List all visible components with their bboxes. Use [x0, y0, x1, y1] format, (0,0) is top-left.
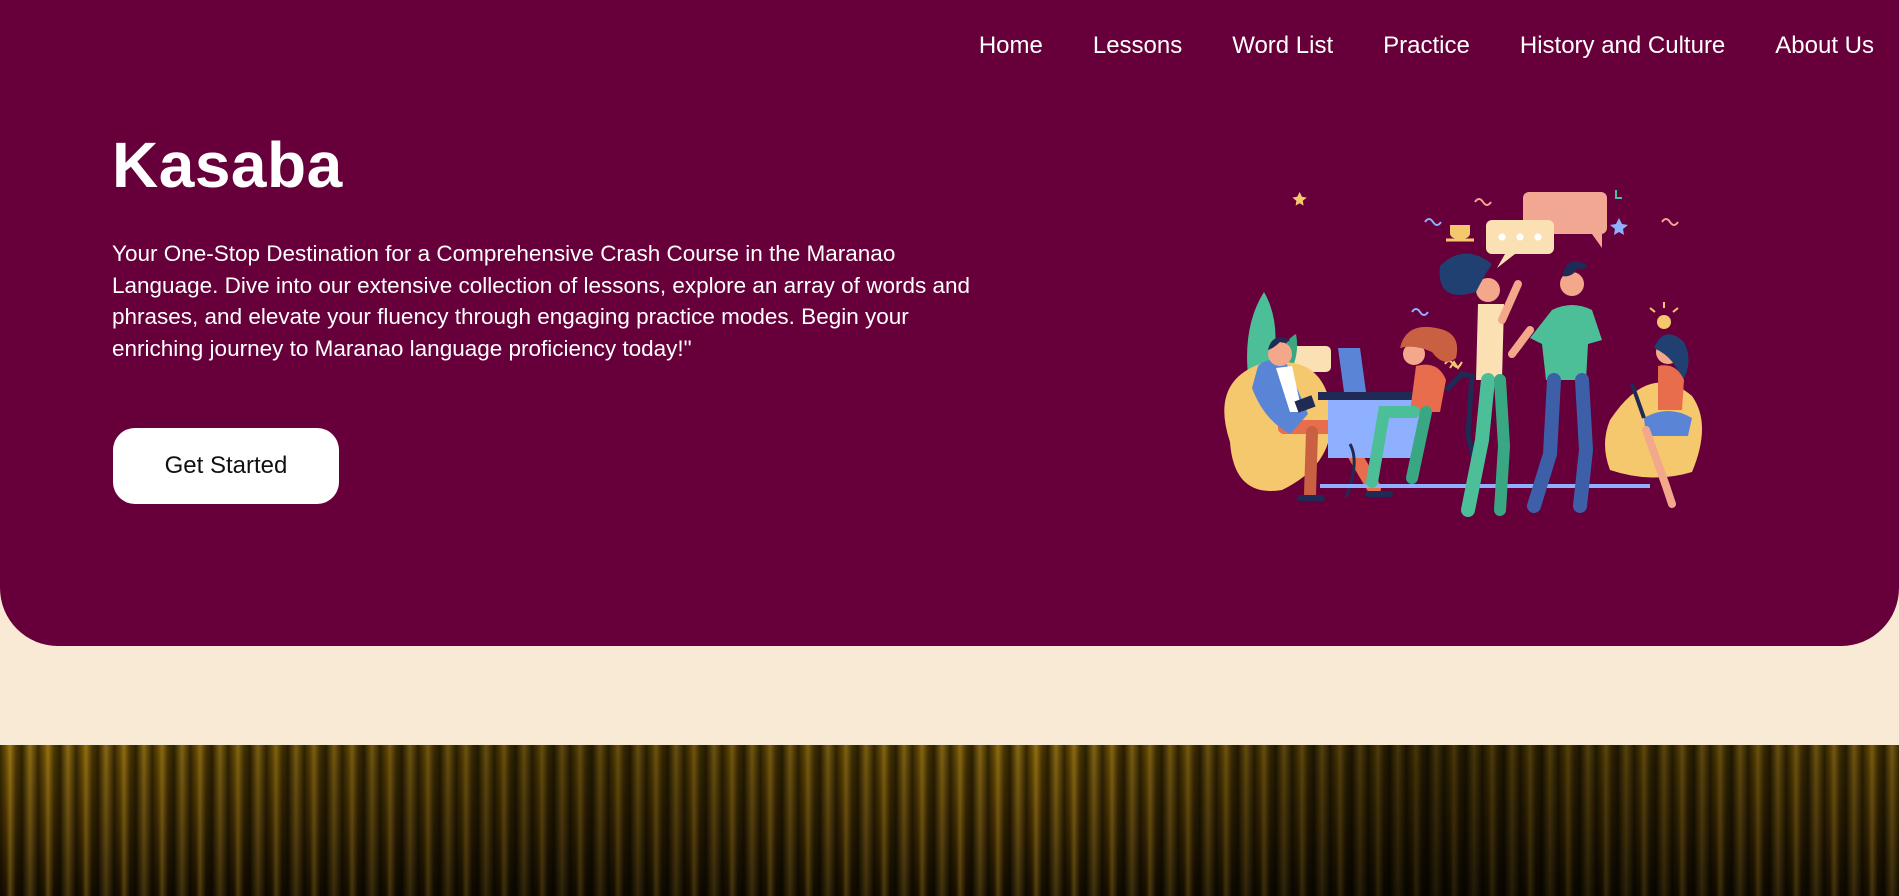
get-started-button[interactable]: Get Started — [113, 428, 339, 504]
people-chatting-illustration — [1224, 190, 1702, 517]
nav-about-us[interactable]: About Us — [1775, 32, 1874, 60]
main-nav: Home Lessons Word List Practice History … — [979, 32, 1874, 60]
nav-word-list[interactable]: Word List — [1232, 32, 1333, 60]
site-title: Kasaba — [112, 129, 343, 201]
hero-section: Home Lessons Word List Practice History … — [0, 0, 1899, 646]
curtain-shading — [0, 745, 1899, 896]
curtain-banner-image — [0, 745, 1899, 896]
nav-history-culture[interactable]: History and Culture — [1520, 32, 1725, 60]
nav-home[interactable]: Home — [979, 32, 1043, 60]
nav-practice[interactable]: Practice — [1383, 32, 1470, 60]
nav-lessons[interactable]: Lessons — [1093, 32, 1182, 60]
hero-tagline: Your One-Stop Destination for a Comprehe… — [112, 241, 970, 361]
